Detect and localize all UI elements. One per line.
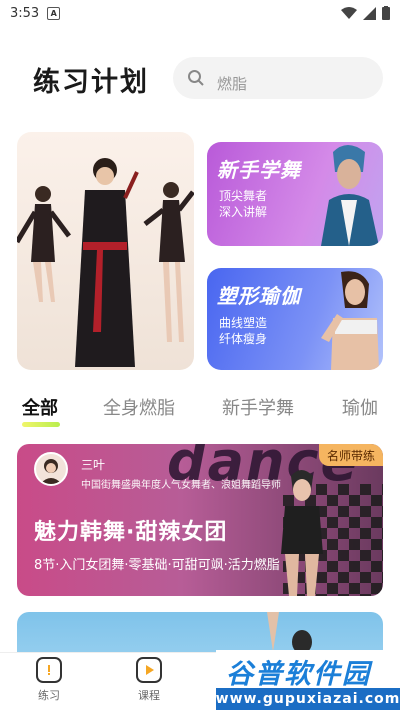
wifi-icon	[341, 6, 357, 19]
avatar	[34, 452, 68, 486]
teacher-description: 中国街舞盛典年度人气女舞者、浪姐舞蹈导师	[81, 480, 281, 491]
battery-icon	[382, 6, 390, 20]
category-tabs: 全部 全身燃脂 新手学舞 瑜伽	[0, 390, 400, 430]
teacher-avatar-image	[40, 459, 62, 484]
notification-icon: A	[47, 6, 61, 20]
search-placeholder: 燃脂	[217, 74, 248, 93]
page-title: 练习计划	[33, 67, 149, 98]
card-subtitle-line1: 顶尖舞者	[219, 189, 268, 203]
watermark-logo: 谷普软件园 www.gupuxiazai.com	[216, 650, 400, 712]
tab-yoga[interactable]: 瑜伽	[342, 394, 378, 420]
main-banner[interactable]	[17, 132, 194, 370]
course-card[interactable]: dance 名师带练 三叶 中国街舞盛典年度人气女舞者、浪姐舞蹈导师 魅力韩舞·…	[17, 444, 383, 596]
nav-courses-label: 课程	[138, 689, 160, 702]
card-title: 塑形瑜伽	[217, 284, 301, 308]
course-play-icon	[136, 657, 162, 683]
dancer-portrait-image	[321, 145, 379, 246]
practice-icon	[36, 657, 62, 683]
status-bar: 3:53 A	[0, 0, 400, 26]
tab-beginner-dance[interactable]: 新手学舞	[222, 394, 294, 420]
yoga-model-image	[321, 271, 379, 370]
active-tab-indicator	[22, 422, 60, 427]
status-time: 3:53	[10, 5, 40, 21]
card-subtitle: 曲线塑造 纤体瘦身	[219, 315, 267, 347]
search-input[interactable]: 燃脂	[173, 57, 383, 99]
tab-all[interactable]: 全部	[22, 394, 58, 420]
beginner-dance-card[interactable]: 新手学舞 顶尖舞者 深入讲解	[207, 142, 383, 246]
search-icon	[188, 70, 204, 86]
teacher-name: 三叶	[81, 458, 106, 472]
banner-dancers-image	[17, 158, 194, 367]
watermark-brand: 谷普软件园	[226, 659, 371, 690]
nav-courses[interactable]: 课程	[119, 657, 179, 703]
course-title: 魅力韩舞·甜辣女团	[34, 520, 228, 545]
watermark-url: www.gupuxiazai.com	[216, 688, 400, 710]
yoga-shaping-card[interactable]: 塑形瑜伽 曲线塑造 纤体瘦身	[207, 268, 383, 370]
course-badge: 名师带练	[318, 444, 383, 466]
nav-practice-label: 练习	[38, 689, 60, 702]
card-subtitle: 顶尖舞者 深入讲解	[219, 188, 267, 220]
tab-full-body-fat-burn[interactable]: 全身燃脂	[103, 394, 175, 420]
card-subtitle-line2: 深入讲解	[219, 205, 268, 219]
page-header: 练习计划 燃脂	[0, 52, 400, 104]
course-description: 8节·入门女团舞·零基础·可甜可飒·活力燃脂	[34, 558, 280, 573]
card-subtitle-line2: 纤体瘦身	[219, 332, 268, 346]
card-title: 新手学舞	[217, 158, 301, 182]
card-subtitle-line1: 曲线塑造	[219, 316, 268, 330]
nav-practice[interactable]: 练习	[19, 657, 79, 703]
signal-icon	[363, 6, 376, 20]
